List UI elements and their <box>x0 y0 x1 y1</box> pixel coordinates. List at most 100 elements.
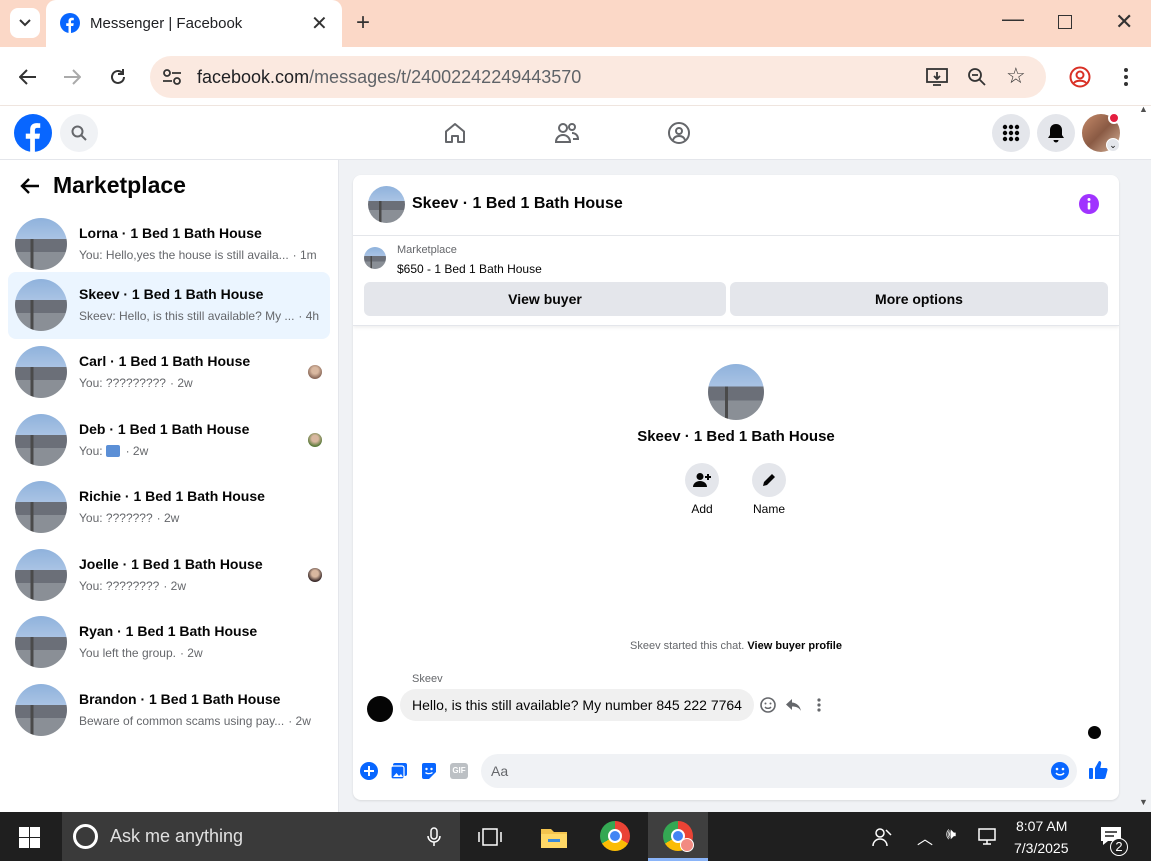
conversation-item[interactable]: Brandon · 1 Bed 1 Bath House Beware of co… <box>8 677 330 744</box>
minimize-button[interactable]: — <box>1002 6 1024 32</box>
conversation-preview: You: ??????? · 2w <box>79 511 179 525</box>
plus-icon[interactable] <box>360 762 378 780</box>
scroll-down-arrow[interactable]: ▼ <box>1139 797 1148 807</box>
install-app-icon[interactable] <box>926 67 948 87</box>
conversation-item[interactable]: Lorna · 1 Bed 1 Bath House You: Hello,yes… <box>8 211 330 278</box>
close-tab-icon[interactable]: ✕ <box>311 11 328 36</box>
view-buyer-profile-link[interactable]: View buyer profile <box>747 640 842 652</box>
bookmark-star-icon[interactable]: ☆ <box>1006 63 1026 89</box>
reply-icon[interactable] <box>785 698 802 712</box>
windows-start-icon[interactable] <box>19 827 40 848</box>
back-button[interactable] <box>14 63 42 91</box>
restore-button[interactable] <box>1058 15 1072 29</box>
menu-button[interactable] <box>992 114 1030 152</box>
search-button[interactable] <box>60 114 98 152</box>
message-text: Hello, is this still available? My numbe… <box>412 697 742 713</box>
conversation-item[interactable]: Richie · 1 Bed 1 Bath House You: ??????? ·… <box>8 474 330 541</box>
message-input[interactable]: Aa <box>481 754 1077 788</box>
conversation-time: · 1m <box>292 248 317 262</box>
chrome-menu-button[interactable] <box>1112 63 1140 91</box>
notifications-button[interactable] <box>1037 114 1075 152</box>
conversation-preview-text: You left the group. <box>79 646 176 660</box>
clock-time[interactable]: 8:07 AM <box>1016 818 1067 834</box>
pencil-icon <box>763 474 775 486</box>
conversation-time: · 2w <box>156 511 180 525</box>
chat-title[interactable]: Skeev · 1 Bed 1 Bath House <box>412 195 623 213</box>
seen-avatar <box>308 433 322 447</box>
chrome-profile-taskbar-button[interactable] <box>648 812 708 861</box>
zoom-icon[interactable] <box>967 67 987 87</box>
seen-avatar <box>308 365 322 379</box>
friends-icon[interactable] <box>554 121 580 145</box>
forward-button[interactable] <box>58 63 86 91</box>
emoji-icon[interactable] <box>1051 762 1069 780</box>
conversation-preview: Beware of common scams using pay... · 2w <box>79 714 311 728</box>
chrome-profile-taskbar-icon <box>663 821 694 852</box>
name-button[interactable] <box>752 463 786 497</box>
scroll-up-arrow[interactable]: ▲ <box>1139 104 1148 114</box>
account-avatar[interactable]: ⌄ <box>1082 112 1120 152</box>
add-button[interactable] <box>685 463 719 497</box>
chrome-taskbar-icon[interactable] <box>600 821 630 851</box>
started-text: Skeev started this chat. <box>630 640 745 652</box>
volume-icon[interactable]: 🕪 <box>946 826 956 844</box>
profile-avatar[interactable] <box>708 364 764 420</box>
listing-source: Marketplace <box>397 244 457 256</box>
conversation-item[interactable]: Ryan · 1 Bed 1 Bath House You left the gr… <box>8 609 330 676</box>
chrome-center <box>608 829 622 843</box>
like-icon[interactable] <box>1088 760 1108 780</box>
taskbar-search-box[interactable]: Ask me anything <box>62 812 460 861</box>
more-options-button[interactable]: More options <box>730 282 1108 316</box>
sender-avatar[interactable] <box>367 696 393 722</box>
more-icon[interactable] <box>817 698 821 712</box>
seen-avatar <box>308 568 322 582</box>
conversation-item[interactable]: Carl · 1 Bed 1 Bath House You: ????????? ·… <box>8 339 330 406</box>
groups-icon[interactable] <box>667 121 691 145</box>
profile-button[interactable] <box>1066 63 1094 91</box>
conversation-avatar <box>15 346 67 398</box>
sticker-icon[interactable] <box>420 762 438 780</box>
chat-avatar[interactable] <box>368 186 405 223</box>
conversation-time: · 2w <box>125 444 149 458</box>
smile-icon[interactable] <box>760 697 776 713</box>
back-arrow-icon[interactable] <box>20 177 40 195</box>
file-explorer-icon[interactable] <box>540 825 568 849</box>
image-icon[interactable] <box>390 762 408 780</box>
close-window-button[interactable]: ✕ <box>1115 9 1133 35</box>
home-icon[interactable] <box>443 121 467 145</box>
conversation-preview: You left the group. · 2w <box>79 646 203 660</box>
info-icon[interactable] <box>1079 194 1099 214</box>
site-info-icon[interactable] <box>162 68 182 86</box>
chat-panel: Skeev · 1 Bed 1 Bath House Marketplace $… <box>353 175 1119 800</box>
conversation-time: · 2w <box>163 579 186 593</box>
message-bubble[interactable]: Hello, is this still available? My numbe… <box>400 689 754 721</box>
tab-title: Messenger | Facebook <box>90 15 243 32</box>
task-view-icon[interactable] <box>478 827 502 847</box>
conversation-preview: Skeev: Hello, is this still available? M… <box>79 309 319 323</box>
address-bar[interactable]: facebook.com/messages/t/2400224224944357… <box>150 56 1046 98</box>
facebook-logo-icon[interactable] <box>14 114 52 152</box>
conversation-preview-text: You: ??????? <box>79 511 153 525</box>
cortana-icon <box>73 824 98 849</box>
tab-search-button[interactable] <box>10 8 40 38</box>
network-icon[interactable] <box>977 828 997 846</box>
show-hidden-icons-icon[interactable]: ︿ <box>917 825 933 849</box>
conversation-preview: You: · 2w <box>79 444 148 458</box>
people-icon[interactable] <box>872 827 892 847</box>
conversation-item[interactable]: Deb · 1 Bed 1 Bath House You: · 2w <box>8 407 330 474</box>
conversation-avatar <box>15 549 67 601</box>
view-buyer-button[interactable]: View buyer <box>364 282 726 316</box>
clock-date[interactable]: 7/3/2025 <box>1014 840 1069 856</box>
conversation-item[interactable]: Skeev · 1 Bed 1 Bath House Skeev: Hello, … <box>8 272 330 339</box>
listing-thumbnail[interactable] <box>364 247 386 269</box>
microphone-icon[interactable] <box>427 827 441 847</box>
browser-tab[interactable]: Messenger | Facebook ✕ <box>46 0 342 47</box>
conversation-item[interactable]: Joelle · 1 Bed 1 Bath House You: ????????… <box>8 542 330 609</box>
gif-icon[interactable]: GIF <box>450 763 468 779</box>
conversation-time: · 2w <box>169 376 193 390</box>
new-tab-button[interactable]: + <box>356 9 370 37</box>
sender-name: Skeev <box>412 673 443 685</box>
reload-button[interactable] <box>104 63 132 91</box>
notification-count-badge: 2 <box>1110 838 1128 856</box>
listing-title[interactable]: $650 - 1 Bed 1 Bath House <box>397 262 542 276</box>
